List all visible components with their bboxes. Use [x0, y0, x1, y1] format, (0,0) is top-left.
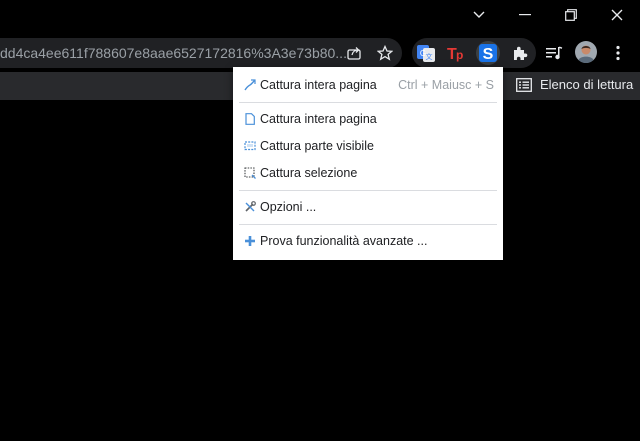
svg-text:p: p: [456, 48, 463, 62]
plus-icon: [242, 233, 258, 249]
menu-item-full-page-shortcut[interactable]: Cattura intera pagina Ctrl + Maiusc + S: [233, 71, 503, 98]
menu-item-label: Cattura intera pagina: [260, 77, 377, 92]
minimize-icon: [519, 14, 531, 16]
extensions-group: G文 Tp S: [412, 38, 536, 68]
menu-item-label: Cattura intera pagina: [260, 111, 377, 126]
url-text[interactable]: dd4ca4ee611f788607e8aae6527172816%3A3e73…: [0, 45, 347, 61]
selection-icon: [242, 165, 258, 181]
menu-item-label: Opzioni ...: [260, 199, 317, 214]
profile-avatar[interactable]: [575, 41, 597, 63]
menu-item-options[interactable]: Opzioni ...: [233, 193, 503, 220]
screenshot-extension-button[interactable]: S: [476, 41, 500, 65]
close-icon: [611, 9, 623, 21]
keyboard-shortcut: Ctrl + Maiusc + S: [398, 77, 494, 92]
tp-extension[interactable]: Tp: [446, 43, 466, 63]
fullpage-capture-icon: [242, 77, 258, 93]
menu-divider: [239, 102, 497, 103]
address-bar[interactable]: dd4ca4ee611f788607e8aae6527172816%3A3e73…: [0, 38, 402, 68]
menu-divider: [239, 190, 497, 191]
avatar-icon: [575, 41, 597, 63]
google-translate-extension[interactable]: G文: [416, 43, 436, 63]
title-bar: [0, 0, 640, 30]
chrome-menu-button[interactable]: [608, 43, 628, 63]
share-icon: [347, 47, 361, 60]
menu-item-label: Cattura selezione: [260, 165, 358, 180]
svg-text:S: S: [483, 46, 494, 62]
menu-item-label: Cattura parte visibile: [260, 138, 374, 153]
visible-part-icon: [242, 138, 258, 154]
restore-button[interactable]: [548, 0, 594, 30]
menu-item-visible-part[interactable]: Cattura parte visibile: [233, 132, 503, 159]
minimize-button[interactable]: [502, 0, 548, 30]
chevron-down-icon: [473, 11, 485, 18]
svg-text:文: 文: [426, 52, 433, 61]
reading-list-icon: [516, 77, 532, 92]
tab-search-button[interactable]: [456, 0, 502, 30]
reading-mode-button[interactable]: [544, 43, 564, 63]
menu-item-label: Prova funzionalità avanzate ...: [260, 233, 428, 248]
menu-item-selection[interactable]: Cattura selezione: [233, 159, 503, 186]
more-vert-icon: [616, 45, 620, 61]
reading-list-label: Elenco di lettura: [540, 77, 634, 92]
google-translate-icon: G文: [417, 45, 435, 62]
puzzle-icon: [514, 46, 528, 60]
menu-item-advanced[interactable]: Prova funzionalità avanzate ...: [233, 227, 503, 254]
extensions-button[interactable]: [510, 43, 530, 63]
close-window-button[interactable]: [594, 0, 640, 30]
tp-icon: Tp: [447, 46, 463, 62]
menu-divider: [239, 224, 497, 225]
reading-list-button[interactable]: Elenco di lettura: [516, 77, 633, 92]
tools-icon: [242, 199, 258, 215]
bookmark-star-button[interactable]: [375, 43, 395, 63]
menu-item-full-page[interactable]: Cattura intera pagina: [233, 105, 503, 132]
star-icon: [377, 45, 393, 61]
playlist-icon: [546, 46, 563, 60]
restore-icon: [565, 9, 577, 21]
screenshot-s-icon: S: [479, 44, 497, 62]
share-button[interactable]: [344, 43, 364, 63]
capture-menu: Cattura intera pagina Ctrl + Maiusc + S …: [233, 67, 503, 260]
page-icon: [242, 111, 258, 127]
